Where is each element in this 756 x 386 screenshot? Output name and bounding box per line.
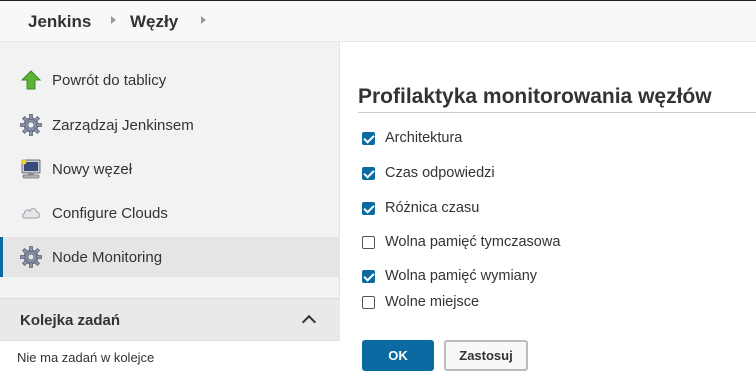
checkbox[interactable] <box>362 166 375 180</box>
build-queue-header[interactable]: Kolejka zadań <box>0 298 340 341</box>
sidebar-item-node-monitoring[interactable]: Node Monitoring <box>0 237 340 277</box>
gear-icon <box>20 246 42 268</box>
checkbox-label: Czas odpowiedzi <box>385 165 495 181</box>
main-content: Profilaktyka monitorowania węzłów Archit… <box>341 42 756 386</box>
monitor-option-free-disk-space[interactable]: Wolne miejsce <box>362 292 479 312</box>
checkbox[interactable] <box>362 235 375 249</box>
ok-button[interactable]: OK <box>362 340 434 371</box>
breadcrumb-separator-icon[interactable] <box>201 16 206 24</box>
sidebar: Powrót do tablicy Zarządzaj Jenkinsem No… <box>0 42 340 386</box>
title-divider <box>358 112 756 113</box>
monitor-option-clock-difference[interactable]: Różnica czasu <box>362 198 479 218</box>
sidebar-item-configure-clouds[interactable]: Configure Clouds <box>0 193 340 233</box>
build-queue-body: Nie ma zadań w kolejce <box>0 341 340 386</box>
checkbox[interactable] <box>362 131 375 145</box>
breadcrumb-separator-icon[interactable] <box>111 16 116 24</box>
apply-button[interactable]: Zastosuj <box>444 340 528 371</box>
breadcrumb-bar: Jenkins Węzły <box>0 0 756 42</box>
build-queue-panel: Kolejka zadań Nie ma zadań w kolejce <box>0 298 340 386</box>
monitor-option-architecture[interactable]: Architektura <box>362 128 462 148</box>
monitor-option-response-time[interactable]: Czas odpowiedzi <box>362 163 495 183</box>
checkbox[interactable] <box>362 269 375 283</box>
computer-icon <box>21 159 41 179</box>
monitor-option-free-swap-space[interactable]: Wolna pamięć wymiany <box>362 266 537 286</box>
up-arrow-icon <box>20 70 42 90</box>
chevron-up-icon[interactable] <box>301 314 317 330</box>
build-queue-title: Kolejka zadań <box>20 312 121 329</box>
sidebar-item-label: Powrót do tablicy <box>52 71 167 89</box>
sidebar-item-label: Configure Clouds <box>52 204 168 222</box>
sidebar-item-manage-jenkins[interactable]: Zarządzaj Jenkinsem <box>0 105 340 145</box>
cloud-icon <box>22 208 40 219</box>
gear-icon <box>20 114 42 136</box>
sidebar-item-label: Zarządzaj Jenkinsem <box>52 116 194 134</box>
sidebar-item-label: Node Monitoring <box>52 248 163 266</box>
breadcrumb-nodes[interactable]: Węzły <box>130 12 178 32</box>
checkbox-label: Różnica czasu <box>385 200 480 216</box>
checkbox-label: Wolne miejsce <box>385 294 480 310</box>
sidebar-item-new-node[interactable]: Nowy węzeł <box>0 149 340 189</box>
page-title: Profilaktyka monitorowania węzłów <box>358 85 712 108</box>
breadcrumb-jenkins[interactable]: Jenkins <box>28 12 91 32</box>
checkbox[interactable] <box>362 295 375 309</box>
checkbox-label: Architektura <box>385 130 463 146</box>
sidebar-item-back-to-dashboard[interactable]: Powrót do tablicy <box>0 60 340 100</box>
sidebar-item-label: Nowy węzeł <box>52 160 133 178</box>
checkbox[interactable] <box>362 201 375 215</box>
build-queue-empty-text: Nie ma zadań w kolejce <box>17 350 155 365</box>
checkbox-label: Wolna pamięć wymiany <box>385 268 538 284</box>
checkbox-label: Wolna pamięć tymczasowa <box>385 234 561 250</box>
monitor-option-free-temp-space[interactable]: Wolna pamięć tymczasowa <box>362 232 560 252</box>
